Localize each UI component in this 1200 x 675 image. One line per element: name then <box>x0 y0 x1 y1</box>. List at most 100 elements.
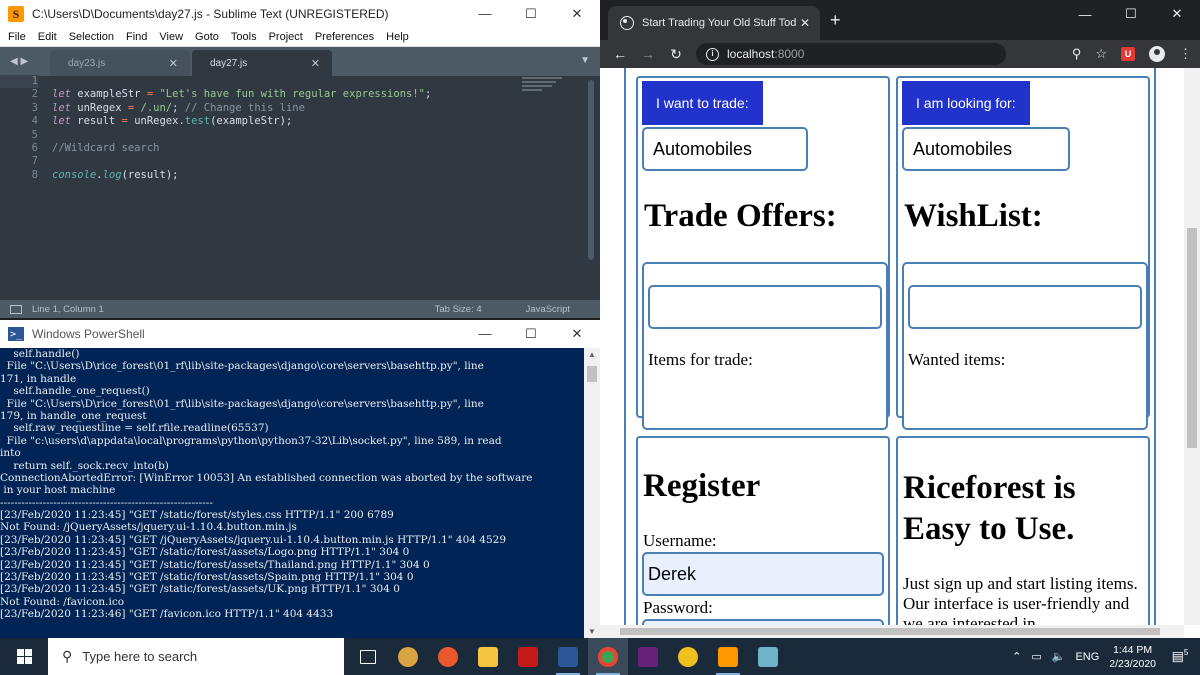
tab-day23[interactable]: day23.js ✕ <box>50 50 190 76</box>
browser-tab[interactable]: Start Trading Your Old Stuff Toda ✕ <box>608 6 820 40</box>
menu-selection[interactable]: Selection <box>63 31 120 43</box>
minimize-button[interactable]: — <box>462 6 508 22</box>
wanted-item-input[interactable] <box>908 285 1142 329</box>
scroll-down-icon[interactable]: ▼ <box>584 627 600 636</box>
taskbar-app-notepad[interactable] <box>748 638 788 675</box>
minimize-button[interactable]: — <box>462 326 508 342</box>
syntax-indicator[interactable]: JavaScript <box>526 304 570 315</box>
task-view-button[interactable] <box>348 638 388 675</box>
tab-title: Start Trading Your Old Stuff Toda <box>642 17 796 29</box>
taskbar-app-powershell[interactable] <box>548 638 588 675</box>
back-arrow-icon[interactable]: ← <box>606 46 634 62</box>
username-input[interactable]: Derek <box>642 552 884 596</box>
terminal-output[interactable]: self.handle() File "C:\Users\D\rice_fore… <box>0 348 584 638</box>
terminal-line: return self._sock.recv_into(b) <box>0 459 169 472</box>
chrome-toolbar: ← → ↻ i localhost:8000 ⚲ ☆ U ⋮ <box>600 40 1200 68</box>
code-line-3: let unRegex = /.un/; // Change this line <box>52 102 512 115</box>
profile-avatar-icon[interactable] <box>1149 46 1165 62</box>
kebab-menu-icon[interactable]: ⋮ <box>1179 46 1192 62</box>
key-icon[interactable]: ⚲ <box>1072 46 1082 62</box>
taskbar-app-explorer[interactable] <box>468 638 508 675</box>
taskbar-search-box[interactable]: ⚲ Type here to search <box>48 638 344 675</box>
address-bar[interactable]: i localhost:8000 <box>696 43 1006 65</box>
menu-help[interactable]: Help <box>380 31 415 43</box>
firefox-icon <box>438 646 458 667</box>
bookmark-star-icon[interactable]: ☆ <box>1095 46 1107 62</box>
page-scrollbar[interactable] <box>1184 68 1200 625</box>
menu-goto[interactable]: Goto <box>189 31 225 43</box>
taskbar-app-chrome[interactable] <box>588 638 628 675</box>
trade-category-select[interactable]: Automobiles <box>642 127 808 171</box>
minimap[interactable] <box>522 77 570 97</box>
looking-category-select[interactable]: Automobiles <box>902 127 1070 171</box>
clock-date: 2/23/2020 <box>1109 657 1156 670</box>
taskbar-app-paint[interactable] <box>388 638 428 675</box>
menu-preferences[interactable]: Preferences <box>309 31 380 43</box>
menu-file[interactable]: File <box>2 31 32 43</box>
start-button[interactable] <box>0 638 48 675</box>
identifier: unRegex <box>70 101 128 114</box>
sublime-window-title: C:\Users\D\Documents\day27.js - Sublime … <box>32 7 389 21</box>
close-tab-icon[interactable]: ✕ <box>169 57 178 70</box>
page-horizontal-scrollbar[interactable] <box>600 625 1184 638</box>
maximize-button[interactable]: ☐ <box>508 6 554 22</box>
tab-nav-arrows-icon[interactable]: ◀ ▶ <box>0 56 50 67</box>
scrollbar-thumb[interactable] <box>587 366 597 382</box>
sublime-logo-icon: S <box>8 6 24 22</box>
new-tab-button[interactable]: + <box>830 10 841 31</box>
cursor-position: Line 1, Column 1 <box>32 303 104 315</box>
menu-project[interactable]: Project <box>263 31 309 43</box>
tab-size-indicator[interactable]: Tab Size: 4 <box>435 304 482 315</box>
scroll-up-icon[interactable]: ▲ <box>584 350 600 359</box>
page-viewport: I want to trade: Automobiles Trade Offer… <box>600 68 1184 625</box>
line-number: 1 <box>0 75 38 89</box>
easy-to-use-text: Just sign up and start listing items. Ou… <box>903 574 1138 625</box>
looking-for-button[interactable]: I am looking for: <box>902 81 1030 125</box>
want-to-trade-button[interactable]: I want to trade: <box>642 81 763 125</box>
scrollbar-thumb[interactable] <box>620 628 1160 635</box>
powershell-titlebar[interactable]: >_ Windows PowerShell — ☐ ✕ <box>0 320 600 348</box>
reload-icon[interactable]: ↻ <box>662 46 690 63</box>
wanted-items-panel: Wanted items: <box>902 262 1148 430</box>
username-label: Username: <box>643 531 717 550</box>
code-line-6: //Wildcard search <box>52 142 512 155</box>
notification-center-button[interactable]: ▤5 <box>1166 648 1194 664</box>
terminal-scrollbar[interactable]: ▲ ▼ <box>584 348 600 638</box>
info-icon[interactable]: i <box>706 47 719 61</box>
close-tab-icon[interactable]: ✕ <box>311 57 320 70</box>
taskbar-app-python[interactable] <box>668 638 708 675</box>
tab-day27[interactable]: day27.js ✕ <box>192 50 332 76</box>
powershell-icon <box>558 646 578 667</box>
menu-tools[interactable]: Tools <box>225 31 263 43</box>
taskbar-app-acrobat[interactable] <box>508 638 548 675</box>
close-tab-icon[interactable]: ✕ <box>796 16 814 30</box>
code-editor[interactable]: 1 2 3 4 5 6 7 8 let exampleStr = "Let's … <box>0 75 600 300</box>
extension-icon[interactable]: U <box>1121 47 1135 61</box>
tab-dropdown-icon[interactable]: ▼ <box>580 55 590 66</box>
editor-scrollbar[interactable] <box>588 80 594 260</box>
menu-edit[interactable]: Edit <box>32 31 63 43</box>
taskbar-app-sublime[interactable] <box>708 638 748 675</box>
menu-view[interactable]: View <box>153 31 189 43</box>
close-button[interactable]: ✕ <box>554 6 600 22</box>
network-icon[interactable]: ▭ <box>1031 650 1041 663</box>
volume-icon[interactable]: 🔈 <box>1052 650 1066 663</box>
taskbar-app-visual-studio[interactable] <box>628 638 668 675</box>
menu-find[interactable]: Find <box>120 31 153 43</box>
minimize-button[interactable]: — <box>1062 7 1108 22</box>
maximize-button[interactable]: ☐ <box>1108 6 1154 22</box>
close-button[interactable]: ✕ <box>1154 6 1200 22</box>
forward-arrow-icon[interactable]: → <box>634 46 662 62</box>
sublime-titlebar[interactable]: S C:\Users\D\Documents\day27.js - Sublim… <box>0 0 600 28</box>
panel-toggle-icon[interactable] <box>10 304 22 314</box>
clock[interactable]: 1:44 PM 2/23/2020 <box>1109 643 1156 671</box>
language-indicator[interactable]: ENG <box>1075 651 1099 663</box>
close-button[interactable]: ✕ <box>554 326 600 342</box>
keyword: let <box>52 101 71 114</box>
trade-item-input[interactable] <box>648 285 882 329</box>
tray-chevron-icon[interactable]: ⌃ <box>1012 650 1021 663</box>
scrollbar-thumb[interactable] <box>1187 228 1197 448</box>
maximize-button[interactable]: ☐ <box>508 326 554 342</box>
keyword: let <box>52 88 71 101</box>
taskbar-app-firefox[interactable] <box>428 638 468 675</box>
